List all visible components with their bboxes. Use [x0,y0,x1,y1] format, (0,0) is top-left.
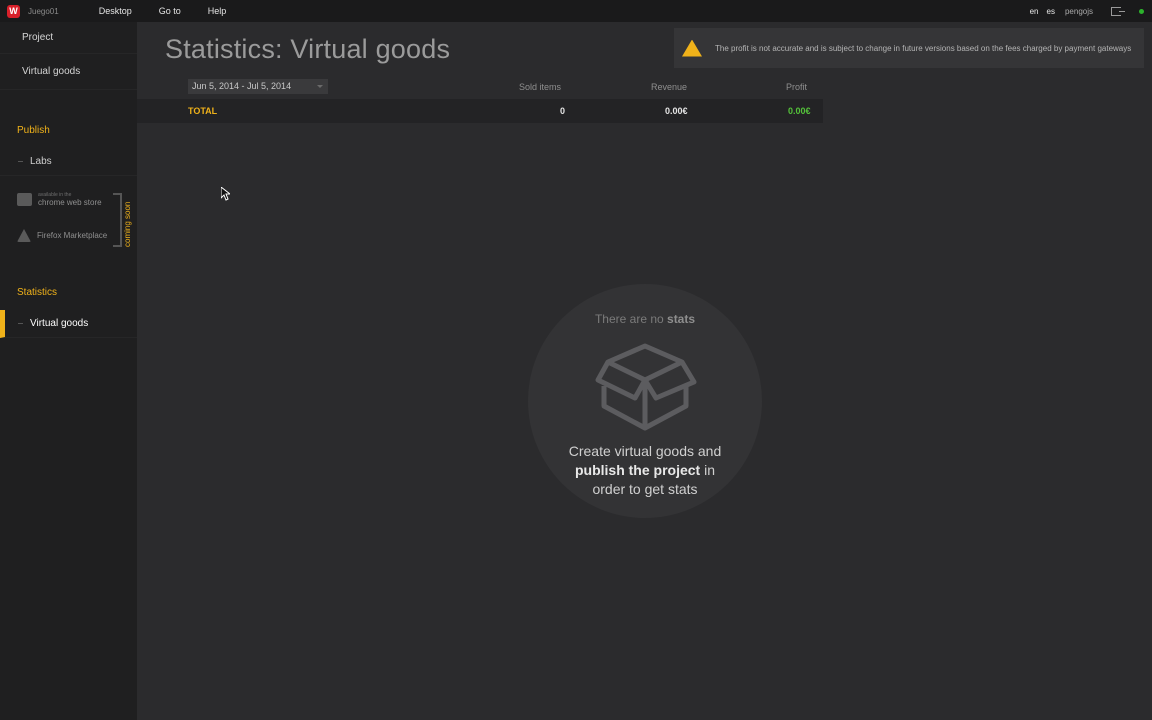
warning-banner: The profit is not accurate and is subjec… [674,28,1144,68]
section-statistics: Statistics [17,287,58,298]
top-right-controls: en es pengojs [1030,0,1144,22]
mouse-cursor-icon [221,187,230,201]
app-logo[interactable]: W [7,4,20,18]
chrome-store-badge: available in the chrome web store [17,192,102,207]
dash-icon [18,161,23,162]
sidebar-item-statistics-virtual-goods[interactable]: Virtual goods [0,310,137,338]
stats-table: Jun 5, 2014 - Jul 5, 2014 Sold items Rev… [137,75,823,123]
date-range-picker[interactable]: Jun 5, 2014 - Jul 5, 2014 [188,79,328,94]
empty-line-3: order to get stats [592,481,698,497]
lang-es[interactable]: es [1047,7,1055,16]
nav-goto[interactable]: Go to [159,6,181,16]
chrome-icon [17,193,32,206]
chrome-store-label: chrome web store [38,198,102,207]
firefox-store-label: Firefox Marketplace [37,231,108,240]
empty-line-1: Create virtual goods and [568,443,722,459]
sidebar: Project Virtual goods Publish Labs avail… [0,22,137,720]
section-publish: Publish [17,125,50,136]
top-bar: W Juego01 Desktop Go to Help en es pengo… [0,0,1152,22]
firefox-store-badge: Firefox Marketplace [17,229,107,242]
empty-state: There are no stats Create virtual goods … [528,284,762,518]
sidebar-item-project[interactable]: Project [0,22,137,54]
header-sold-items: Sold items [519,82,562,92]
logout-icon[interactable] [1111,6,1125,16]
total-revenue: 0.00€ [665,106,688,116]
empty-line-bold: publish the project [574,462,701,478]
page-title: Statistics: Virtual goods [165,34,451,64]
sidebar-item-labs[interactable]: Labs [0,148,137,176]
nav-help[interactable]: Help [208,6,227,16]
user-name[interactable]: pengojs [1065,7,1093,16]
chevron-down-icon [317,85,323,91]
project-name[interactable]: Juego01 [28,7,59,16]
sidebar-item-label: Virtual goods [22,66,81,77]
empty-state-heading: There are no stats [528,312,762,326]
sidebar-item-label: Project [22,32,54,43]
total-label: TOTAL [188,106,218,116]
warning-text: The profit is not accurate and is subjec… [715,43,1132,53]
header-profit: Profit [786,82,808,92]
nav-desktop[interactable]: Desktop [99,6,132,16]
sidebar-item-virtual-goods[interactable]: Virtual goods [0,54,137,90]
top-nav: Desktop Go to Help [99,6,227,16]
lang-en[interactable]: en [1030,7,1039,16]
coming-soon-label: coming soon [123,201,132,247]
empty-line-after-bold: in [700,462,716,478]
empty-heading-prefix: There are no [594,312,668,326]
header-revenue: Revenue [651,82,688,92]
total-sold: 0 [560,106,566,116]
status-dot-icon [1139,8,1144,14]
firefox-icon [17,229,31,242]
box-icon [595,343,697,431]
table-row-total: TOTAL 0 0.00€ 0.00€ [137,99,823,123]
coming-soon-bracket [113,193,122,247]
warning-icon [682,39,702,57]
table-header: Jun 5, 2014 - Jul 5, 2014 Sold items Rev… [137,75,823,99]
total-profit: 0.00€ [788,106,811,116]
sidebar-item-label: Virtual goods [30,318,89,329]
date-range-value: Jun 5, 2014 - Jul 5, 2014 [192,81,292,91]
empty-heading-bold: stats [667,312,696,326]
dash-icon [18,323,23,324]
empty-state-message: Create virtual goods and publish the pro… [548,442,742,499]
sidebar-item-label: Labs [30,156,52,167]
